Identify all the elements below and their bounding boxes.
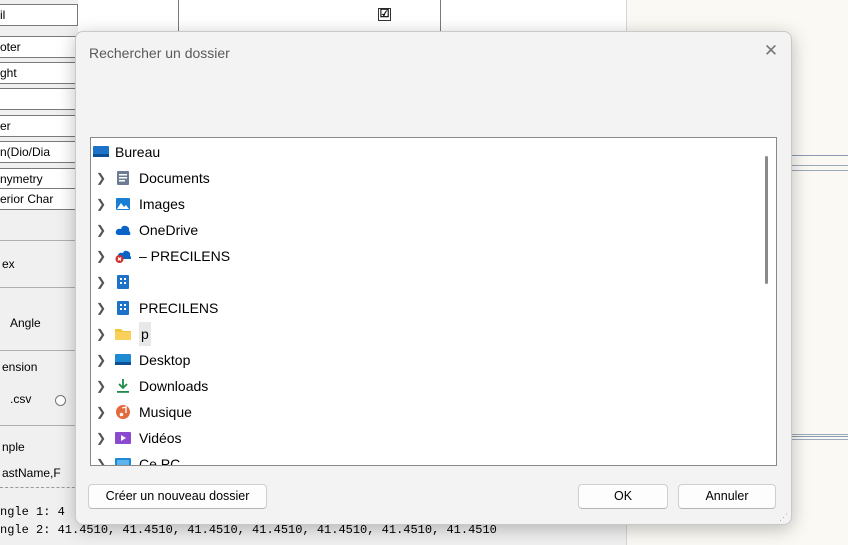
close-icon[interactable]: ✕ bbox=[758, 38, 784, 64]
table-cell bbox=[78, 0, 179, 32]
tree-item-label: OneDrive bbox=[139, 222, 199, 238]
dialog-title: Rechercher un dossier bbox=[89, 45, 230, 61]
tree-item[interactable]: ❯ Downloads bbox=[91, 374, 751, 398]
chevron-right-icon[interactable]: ❯ bbox=[96, 192, 106, 216]
tree-item[interactable]: ❯ – PRECILENS bbox=[91, 244, 751, 268]
tree-item[interactable]: ❯ Ce PC bbox=[91, 452, 751, 466]
chevron-right-icon[interactable]: ❯ bbox=[96, 322, 106, 346]
tree-item-label: Documents bbox=[139, 170, 210, 186]
chevron-right-icon[interactable]: ❯ bbox=[96, 218, 106, 242]
cancel-button[interactable]: Annuler bbox=[678, 484, 776, 509]
bg-field-row[interactable]: erior Char bbox=[0, 188, 78, 210]
tree-item-label: Desktop bbox=[139, 352, 191, 368]
tree-item[interactable]: ❯ Musique bbox=[91, 400, 751, 424]
bg-divider bbox=[0, 487, 80, 488]
tree-item[interactable]: ❯ Images bbox=[91, 192, 751, 216]
bg-field-row[interactable]: il bbox=[0, 4, 78, 26]
tree-item-label: PRECILENS bbox=[139, 300, 219, 316]
chevron-right-icon[interactable]: ❯ bbox=[96, 426, 106, 450]
chevron-right-icon[interactable]: ❯ bbox=[96, 244, 106, 268]
browse-folder-dialog: Rechercher un dossier ✕ Bureau ❯ Documents… bbox=[75, 31, 792, 525]
tree-item[interactable]: ❯ OneDrive bbox=[91, 218, 751, 242]
desktop-icon bbox=[115, 354, 131, 365]
chevron-right-icon[interactable]: ❯ bbox=[96, 166, 106, 190]
bg-angle1-text: ngle 1: 4 bbox=[0, 505, 65, 519]
chevron-right-icon[interactable]: ❯ bbox=[96, 296, 106, 320]
bg-divider bbox=[0, 287, 80, 288]
bg-example-label: nple bbox=[2, 440, 25, 454]
download-icon bbox=[117, 379, 129, 393]
new-folder-button[interactable]: Créer un nouveau dossier bbox=[88, 484, 267, 509]
folder-tree[interactable]: Bureau ❯ Documents ❯ Images ❯ OneDrive ❯ – PRECI… bbox=[90, 137, 777, 466]
computer-icon bbox=[115, 458, 131, 465]
video-icon bbox=[115, 432, 131, 444]
bg-field-row[interactable]: er bbox=[0, 115, 78, 137]
tree-scrollbar[interactable] bbox=[765, 156, 768, 284]
table-checkbox[interactable]: ☑ bbox=[378, 8, 391, 21]
folder-icon bbox=[115, 329, 131, 340]
tree-item-label: Musique bbox=[139, 404, 192, 420]
bg-angle-label: Angle bbox=[10, 316, 41, 330]
chevron-right-icon[interactable]: ❯ bbox=[96, 270, 106, 294]
ok-button[interactable]: OK bbox=[578, 484, 668, 509]
tree-item[interactable]: ❯ Documents bbox=[91, 166, 751, 190]
csv-radio[interactable] bbox=[55, 395, 66, 406]
bg-index-label: ex bbox=[2, 257, 15, 271]
bg-field-row[interactable]: n(Dio/Dia bbox=[0, 141, 78, 163]
building-icon bbox=[117, 301, 129, 315]
bg-field-row[interactable]: oter bbox=[0, 36, 78, 58]
tree-item[interactable]: ❯ Desktop bbox=[91, 348, 751, 372]
tree-item-label: – PRECILENS bbox=[139, 248, 231, 264]
bg-csv-label: .csv bbox=[10, 392, 32, 406]
tree-item[interactable]: ❯ PRECILENS bbox=[91, 296, 751, 320]
bg-field-row[interactable]: nymetry bbox=[0, 168, 78, 190]
bg-field-row[interactable] bbox=[0, 88, 78, 110]
bg-divider bbox=[0, 350, 80, 351]
table-cell bbox=[178, 0, 441, 32]
cloud-error-icon bbox=[115, 250, 131, 263]
bg-divider bbox=[0, 425, 80, 426]
tree-item-label: p bbox=[139, 322, 151, 346]
bg-extension-label: ension bbox=[2, 360, 38, 374]
tree-item-label: Ce PC bbox=[139, 456, 181, 466]
tree-item[interactable]: ❯ bbox=[91, 270, 751, 294]
chevron-right-icon[interactable]: ❯ bbox=[96, 348, 106, 372]
image-icon bbox=[116, 198, 130, 210]
bg-header-row-text: astName,F bbox=[2, 466, 61, 480]
tree-item-label: Bureau bbox=[115, 144, 161, 160]
tree-item-label: Vidéos bbox=[139, 430, 182, 446]
background-table-header: ☑ bbox=[78, 0, 626, 33]
chevron-right-icon[interactable]: ❯ bbox=[96, 374, 106, 398]
resize-grip-icon[interactable]: ⋰ bbox=[779, 512, 789, 522]
desktop-icon bbox=[93, 146, 109, 157]
tree-item[interactable]: ❯ Vidéos bbox=[91, 426, 751, 450]
document-icon bbox=[117, 171, 129, 185]
bg-divider bbox=[0, 240, 80, 241]
tree-item-label: Downloads bbox=[139, 378, 209, 394]
chevron-right-icon[interactable]: ❯ bbox=[96, 400, 106, 424]
tree-item[interactable]: ❯ p bbox=[91, 322, 751, 346]
bg-angle2-text: ngle 2: 41.4510, 41.4510, 41.4510, 41.45… bbox=[0, 523, 497, 537]
background-left-panel: il oter ght er n(Dio/Dia nymetry erior C… bbox=[0, 0, 80, 545]
tree-item[interactable]: Bureau bbox=[91, 140, 751, 164]
building-icon bbox=[117, 275, 129, 289]
bg-field-row[interactable]: ght bbox=[0, 62, 78, 84]
music-icon bbox=[116, 405, 130, 419]
cloud-icon bbox=[115, 225, 131, 235]
chevron-right-icon[interactable]: ❯ bbox=[96, 452, 106, 465]
tree-item-label: Images bbox=[139, 196, 185, 212]
